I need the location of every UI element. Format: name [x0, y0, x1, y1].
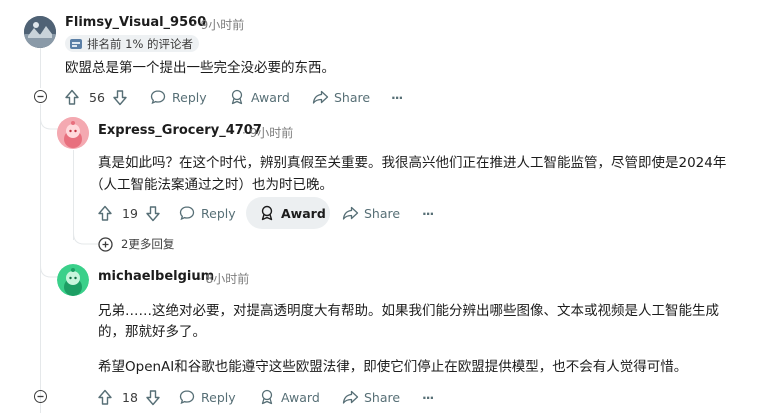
reply-label: Reply — [201, 205, 236, 221]
award-icon — [231, 89, 243, 105]
comment-time: · 9小时前 — [242, 124, 293, 141]
share-label: Share — [364, 205, 401, 221]
vote-count: 56 — [89, 89, 105, 105]
more-options-icon: ··· — [391, 89, 403, 105]
downvote-icon — [146, 389, 160, 405]
vote-group: 19 — [97, 202, 161, 224]
comment-body-line-2: （人工智能法案通过之时）也为时已晚。 — [90, 177, 333, 193]
award-label: Award — [251, 89, 290, 105]
upvote-button[interactable] — [97, 205, 113, 222]
minus-icon — [37, 395, 44, 398]
more-options-icon: ··· — [422, 389, 434, 405]
downvote-button[interactable] — [145, 205, 161, 222]
share-icon — [342, 390, 359, 404]
comment-body-para-1-line-1: 兄弟……这绝对必要，对提高透明度大有帮助。如果我们能分辨出哪些图像、文本或视频是… — [98, 303, 719, 319]
downvote-button[interactable] — [145, 389, 161, 406]
commenter-badge-icon — [70, 38, 82, 49]
downvote-button[interactable] — [112, 89, 128, 106]
separator-dot: · — [242, 126, 246, 140]
more-options-icon: ··· — [422, 205, 434, 221]
vote-group: 18 — [97, 386, 161, 408]
more-options-button[interactable]: ··· — [391, 87, 403, 107]
comment-body-line-1: 真是如此吗？在这个时代，辨别真假至关重要。我很高兴他们正在推进人工智能监管，尽管… — [98, 155, 727, 171]
comment-body: 欧盟总是第一个提出一些完全没必要的东西。 — [65, 60, 335, 76]
award-icon — [261, 389, 273, 405]
share-label: Share — [364, 389, 401, 405]
share-icon — [342, 206, 359, 220]
comment-username[interactable]: michaelbelgium — [98, 269, 214, 284]
vote-group: 56 — [64, 86, 128, 108]
minus-icon — [37, 95, 44, 98]
comment-body-para-2: 希望OpenAI和谷歌也能遵守这些欧盟法律，即使它们停止在欧盟提供模型，也不会有… — [98, 359, 688, 375]
comment-body-para-1-line-2: 的，那就好多了。 — [98, 324, 206, 340]
downvote-icon — [113, 89, 127, 105]
share-icon — [312, 90, 329, 104]
badge-label: 排名前 1% 的评论者 — [87, 36, 194, 51]
upvote-icon — [65, 89, 79, 105]
plus-circle-icon — [98, 236, 113, 252]
reply-button[interactable]: Reply — [179, 203, 236, 223]
reply-label: Reply — [201, 389, 236, 405]
comment-timestamp: 9小时前 — [200, 18, 245, 32]
comment-username[interactable]: Flimsy_Visual_9560 — [65, 15, 206, 30]
more-replies-label: 2更多回复 — [121, 237, 175, 251]
reply-label: Reply — [172, 89, 207, 105]
upvote-button[interactable] — [97, 389, 113, 406]
award-button[interactable]: Award — [259, 203, 326, 223]
share-button[interactable]: Share — [342, 203, 400, 223]
reply-icon — [179, 390, 195, 405]
award-button[interactable]: Award — [229, 87, 290, 107]
top-commenter-badge: 排名前 1% 的评论者 — [65, 35, 200, 52]
collapse-thread-button[interactable] — [34, 390, 47, 403]
separator-dot: · — [198, 272, 202, 286]
comment-timestamp: 9小时前 — [249, 126, 294, 140]
avatar[interactable] — [57, 264, 89, 296]
reply-button[interactable]: Reply — [150, 87, 207, 107]
more-replies-link[interactable]: 2更多回复 — [98, 236, 174, 252]
collapse-thread-button[interactable] — [34, 90, 47, 103]
more-options-button[interactable]: ··· — [422, 387, 434, 407]
vote-count: 18 — [122, 389, 138, 405]
share-label: Share — [334, 89, 371, 105]
upvote-icon — [98, 389, 112, 405]
vote-count: 19 — [122, 205, 138, 221]
thread-connector-more — [73, 225, 99, 245]
separator-dot: · — [193, 18, 197, 32]
award-button[interactable]: Award — [259, 387, 320, 407]
award-icon — [261, 205, 273, 221]
comment-username[interactable]: Express_Grocery_4707 — [98, 123, 262, 138]
award-label: Award — [281, 389, 320, 405]
upvote-button[interactable] — [64, 89, 80, 106]
award-label: Award — [281, 205, 326, 221]
reply-button[interactable]: Reply — [179, 387, 236, 407]
share-button[interactable]: Share — [342, 387, 400, 407]
reply-icon — [150, 90, 166, 105]
avatar[interactable] — [57, 117, 89, 149]
comment-time: · 9小时前 — [193, 16, 244, 33]
upvote-icon — [98, 205, 112, 221]
thread-line-root — [40, 48, 41, 88]
share-button[interactable]: Share — [312, 87, 370, 107]
reply-icon — [179, 206, 195, 221]
comment-timestamp: 8小时前 — [205, 272, 250, 286]
avatar[interactable] — [24, 16, 56, 48]
more-options-button[interactable]: ··· — [422, 203, 434, 223]
comment-time: · 8小时前 — [198, 270, 249, 287]
downvote-icon — [146, 205, 160, 221]
